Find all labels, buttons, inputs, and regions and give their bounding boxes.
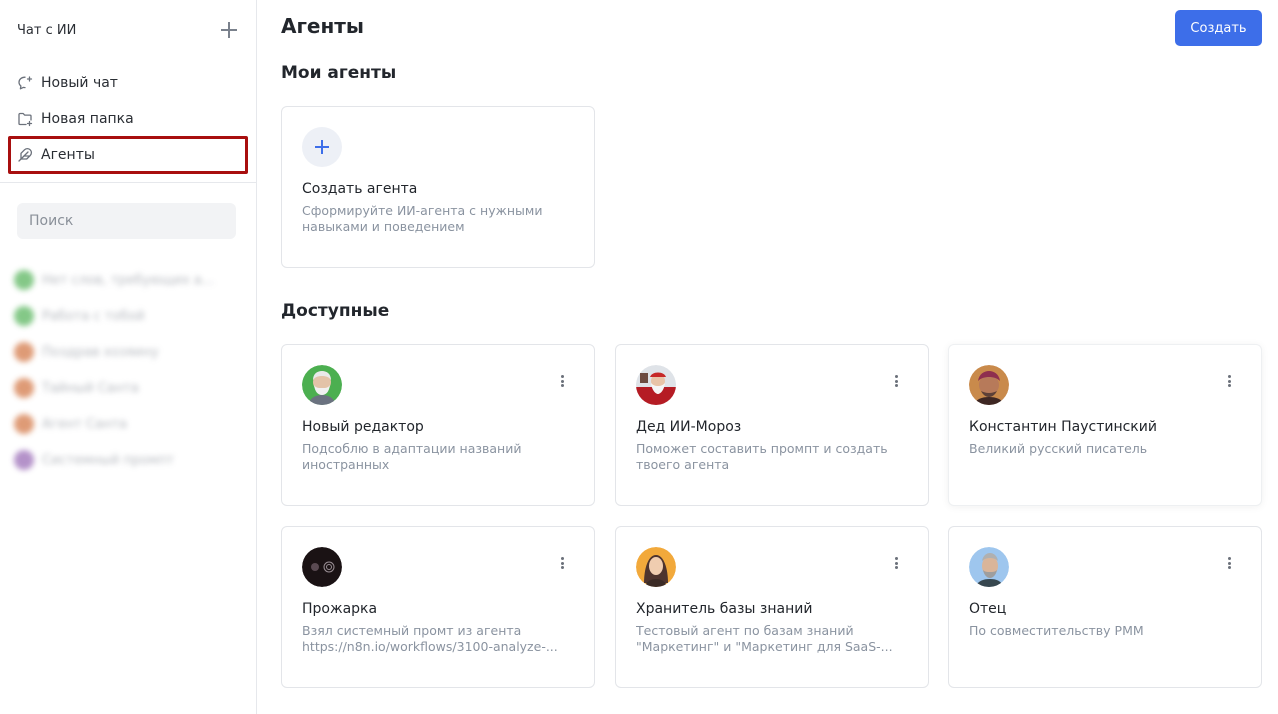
avatar [14,270,34,290]
add-icon[interactable] [219,20,239,40]
avatar [969,365,1009,405]
list-item-label: Агент Санта [42,416,128,432]
page-title: Агенты [281,14,364,38]
avatar [14,306,34,326]
section-title-available: Доступные [281,301,390,321]
card-description: Подсоблю в адаптации названий иностранны… [302,441,522,472]
more-options-icon[interactable] [1223,373,1235,389]
sidebar-item-agents[interactable]: Агенты [10,138,247,172]
avatar [302,365,342,405]
avatar [302,547,342,587]
sidebar: Чат с ИИ Новый чат Новая папка Агенты По… [0,0,257,714]
more-options-icon[interactable] [890,555,902,571]
avatar [14,450,34,470]
sidebar-item-label: Новый чат [41,75,118,91]
more-options-icon[interactable] [556,555,568,571]
sidebar-item-new-folder[interactable]: Новая папка [10,102,247,136]
section-title-my-agents: Мои агенты [281,63,397,83]
card-description: Взял системный промт из агента https://n… [302,623,558,654]
list-item[interactable]: Агент Санта [14,406,244,442]
folder-plus-icon [17,111,33,127]
avatar [969,547,1009,587]
agent-card[interactable]: Отец По совместительству PMM [948,526,1262,688]
agent-card[interactable]: Прожарка Взял системный промт из агента … [281,526,595,688]
create-button[interactable]: Создать [1175,10,1262,46]
list-item[interactable]: Тайный Санта [14,370,244,406]
card-title: Новый редактор [302,419,424,435]
chat-history-list: Нет слов, требующих а... Работа с тобой … [14,262,244,478]
list-item-label: Работа с тобой [42,308,145,324]
list-item[interactable]: Поздрав хозяину [14,334,244,370]
search-input[interactable] [17,203,236,239]
avatar [14,378,34,398]
plus-icon [302,127,342,167]
list-item[interactable]: Системный промпт [14,442,244,478]
sidebar-item-new-chat[interactable]: Новый чат [10,66,247,100]
more-options-icon[interactable] [1223,555,1235,571]
card-title: Дед ИИ-Мороз [636,419,742,435]
avatar [636,547,676,587]
card-title: Константин Паустинский [969,419,1157,435]
agent-card[interactable]: Дед ИИ-Мороз Поможет составить промпт и … [615,344,929,506]
card-description: Поможет составить промпт и создать твоег… [636,441,888,472]
list-item[interactable]: Нет слов, требующих а... [14,262,244,298]
card-description: Великий русский писатель [969,441,1148,456]
sidebar-item-label: Агенты [41,147,95,163]
divider [0,182,256,183]
create-agent-card[interactable]: Создать агента Сформируйте ИИ-агента с н… [281,106,595,268]
agent-card[interactable]: Новый редактор Подсоблю в адаптации назв… [281,344,595,506]
more-options-icon[interactable] [556,373,568,389]
agent-card[interactable]: Хранитель базы знаний Тестовый агент по … [615,526,929,688]
agent-card[interactable]: Константин Паустинский Великий русский п… [948,344,1262,506]
sidebar-item-label: Новая папка [41,111,134,127]
list-item-label: Поздрав хозяину [42,344,159,360]
list-item-label: Нет слов, требующих а... [42,272,215,288]
card-description: Сформируйте ИИ-агента с нужными навыками… [302,203,543,234]
list-item[interactable]: Работа с тобой [14,298,244,334]
card-title: Отец [969,601,1007,617]
card-description: Тестовый агент по базам знаний "Маркетин… [636,623,893,654]
sidebar-title: Чат с ИИ [17,22,77,38]
card-title: Создать агента [302,181,418,197]
card-description: По совместительству PMM [969,623,1144,638]
list-item-label: Тайный Санта [42,380,139,396]
chat-plus-icon [17,75,33,91]
avatar [14,342,34,362]
card-title: Хранитель базы знаний [636,601,813,617]
avatar [636,365,676,405]
card-title: Прожарка [302,601,378,617]
feather-icon [17,147,33,163]
more-options-icon[interactable] [890,373,902,389]
avatar [14,414,34,434]
list-item-label: Системный промпт [42,452,174,468]
sidebar-header: Чат с ИИ [17,18,239,42]
